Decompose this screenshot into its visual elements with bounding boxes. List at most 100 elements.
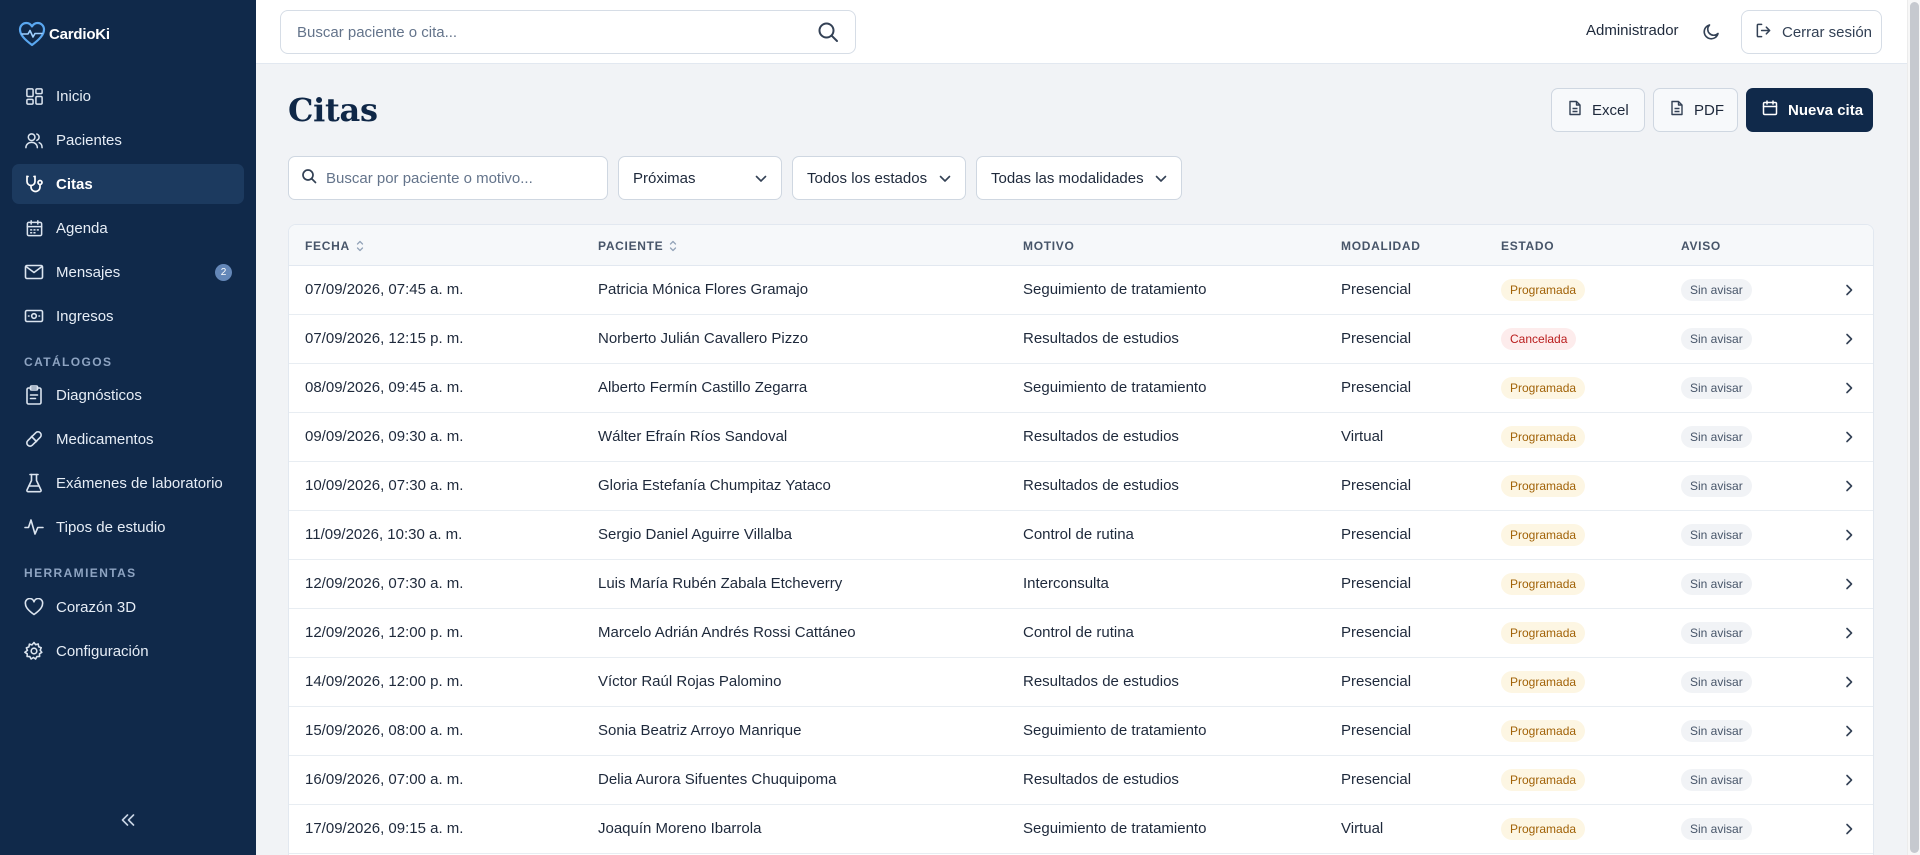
modality-select[interactable]: Todas las modalidades <box>976 156 1182 200</box>
chevron-right-icon[interactable] <box>1842 479 1856 493</box>
cell-paciente: Wálter Efraín Ríos Sandoval <box>598 428 788 445</box>
chevron-right-icon[interactable] <box>1842 675 1856 689</box>
table-row[interactable]: 11/09/2026, 10:30 a. m. Sergio Daniel Agu… <box>289 511 1873 560</box>
sidebar-item-label: Medicamentos <box>56 430 154 448</box>
clipboard-icon <box>24 385 44 405</box>
sidebar-item-medicamentos[interactable]: Medicamentos <box>12 419 244 459</box>
chevron-down-icon <box>1155 170 1167 187</box>
sidebar-item-examenes[interactable]: Exámenes de laboratorio <box>12 463 244 503</box>
global-search[interactable] <box>280 10 856 54</box>
sidebar-item-label: Mensajes <box>56 263 121 281</box>
chevron-down-icon <box>939 170 951 187</box>
chevron-right-icon[interactable] <box>1842 626 1856 640</box>
sidebar-item-label: Exámenes de laboratorio <box>56 474 223 492</box>
sidebar-item-agenda[interactable]: Agenda <box>12 208 244 248</box>
range-select[interactable]: Próximas <box>618 156 782 200</box>
scrollbar-thumb[interactable] <box>1910 2 1919 853</box>
cell-modalidad: Presencial <box>1341 673 1412 690</box>
search-icon[interactable] <box>817 21 839 43</box>
sidebar-item-corazon-3d[interactable]: Corazón 3D <box>12 587 244 627</box>
table-row[interactable]: 08/09/2026, 09:45 a. m. Alberto Fermín Ca… <box>289 364 1873 413</box>
cell-fecha: 10/09/2026, 07:30 a. m. <box>305 477 464 494</box>
sidebar-item-diagnosticos[interactable]: Diagnósticos <box>12 375 244 415</box>
logout-button[interactable]: Cerrar sesión <box>1741 10 1882 54</box>
sort-icon <box>356 240 363 252</box>
appointment-search[interactable] <box>288 156 608 200</box>
cell-paciente: Gloria Estefanía Chumpitaz Yataco <box>598 477 831 494</box>
cell-fecha: 12/09/2026, 12:00 p. m. <box>305 624 464 641</box>
search-icon <box>301 168 317 189</box>
sidebar-item-label: Diagnósticos <box>56 386 142 404</box>
table-row[interactable]: 07/09/2026, 07:45 a. m. Patricia Mónica F… <box>289 266 1873 315</box>
cell-motivo: Interconsulta <box>1023 575 1109 592</box>
theme-toggle-button[interactable] <box>1699 20 1723 44</box>
table-row[interactable]: 10/09/2026, 07:30 a. m. Gloria Estefanía … <box>289 462 1873 511</box>
sidebar-item-mensajes[interactable]: Mensajes 2 <box>12 252 244 292</box>
status-badge: Programada <box>1501 279 1586 301</box>
cell-fecha: 17/09/2026, 09:15 a. m. <box>305 820 464 837</box>
notice-badge: Sin avisar <box>1681 377 1752 399</box>
sidebar-item-configuracion[interactable]: Configuración <box>12 631 244 671</box>
export-pdf-label: PDF <box>1694 101 1724 119</box>
cell-fecha: 11/09/2026, 10:30 a. m. <box>305 526 463 543</box>
export-pdf-button[interactable]: PDF <box>1653 88 1738 132</box>
column-header-motivo: MOTIVO <box>1023 239 1075 253</box>
table-row[interactable]: 12/09/2026, 07:30 a. m. Luis María Rubén … <box>289 560 1873 609</box>
status-select[interactable]: Todos los estados <box>792 156 966 200</box>
cell-motivo: Seguimiento de tratamiento <box>1023 281 1207 298</box>
chevron-right-icon[interactable] <box>1842 577 1856 591</box>
column-header-fecha[interactable]: FECHA <box>305 239 364 253</box>
global-search-input[interactable] <box>297 23 817 41</box>
collapse-sidebar-button[interactable] <box>118 810 138 830</box>
cell-paciente: Norberto Julián Cavallero Pizzo <box>598 330 809 347</box>
chevron-right-icon[interactable] <box>1842 283 1856 297</box>
new-appointment-label: Nueva cita <box>1788 101 1864 119</box>
chevron-right-icon[interactable] <box>1842 822 1856 836</box>
sidebar-item-label: Configuración <box>56 642 149 660</box>
table-row[interactable]: 14/09/2026, 12:00 p. m. Víctor Raúl Rojas… <box>289 658 1873 707</box>
chevrons-left-icon <box>121 814 135 826</box>
sidebar-item-ingresos[interactable]: Ingresos <box>12 296 244 336</box>
table-row[interactable]: 12/09/2026, 12:00 p. m. Marcelo Adrián An… <box>289 609 1873 658</box>
appointments-table: FECHA PACIENTE MOTIVO MODALIDAD ESTADO A… <box>288 224 1874 855</box>
column-header-paciente[interactable]: PACIENTE <box>598 239 677 253</box>
cell-modalidad: Presencial <box>1341 624 1412 641</box>
chevron-right-icon[interactable] <box>1842 332 1856 346</box>
cell-modalidad: Presencial <box>1341 526 1412 543</box>
export-excel-button[interactable]: Excel <box>1551 88 1645 132</box>
chevron-right-icon[interactable] <box>1842 381 1856 395</box>
notice-badge: Sin avisar <box>1681 818 1752 840</box>
notice-badge: Sin avisar <box>1681 426 1752 448</box>
sidebar-item-tipos-estudio[interactable]: Tipos de estudio <box>12 507 244 547</box>
notice-badge: Sin avisar <box>1681 573 1752 595</box>
page-scrollbar[interactable] <box>1907 0 1920 855</box>
table-row[interactable]: 09/09/2026, 09:30 a. m. Wálter Efraín Río… <box>289 413 1873 462</box>
appointment-search-input[interactable] <box>326 169 607 187</box>
export-excel-label: Excel <box>1592 101 1629 119</box>
cell-paciente: Patricia Mónica Flores Gramajo <box>598 281 809 298</box>
sidebar-item-pacientes[interactable]: Pacientes <box>12 120 244 160</box>
table-row[interactable]: 15/09/2026, 08:00 a. m. Sonia Beatriz Arr… <box>289 707 1873 756</box>
sidebar-item-citas[interactable]: Citas <box>12 164 244 204</box>
new-appointment-button[interactable]: Nueva cita <box>1746 88 1873 132</box>
mail-icon <box>24 262 44 282</box>
cell-fecha: 08/09/2026, 09:45 a. m. <box>305 379 464 396</box>
cell-modalidad: Presencial <box>1341 330 1412 347</box>
range-select-value: Próximas <box>633 169 696 187</box>
moon-icon <box>1703 24 1719 40</box>
table-row[interactable]: 16/09/2026, 07:00 a. m. Delia Aurora Sifu… <box>289 756 1873 805</box>
chevron-right-icon[interactable] <box>1842 528 1856 542</box>
table-row[interactable]: 07/09/2026, 12:15 p. m. Norberto Julián C… <box>289 315 1873 364</box>
cell-fecha: 09/09/2026, 09:30 a. m. <box>305 428 464 445</box>
column-header-modalidad: MODALIDAD <box>1341 239 1421 253</box>
chevron-right-icon[interactable] <box>1842 430 1856 444</box>
pill-icon <box>24 429 44 449</box>
table-row[interactable]: 17/09/2026, 09:15 a. m. Joaquín Moreno Ib… <box>289 805 1873 854</box>
sidebar-item-inicio[interactable]: Inicio <box>12 76 244 116</box>
dashboard-icon <box>24 86 44 106</box>
cell-motivo: Resultados de estudios <box>1023 771 1179 788</box>
chevron-right-icon[interactable] <box>1842 724 1856 738</box>
brand[interactable]: CardioKi <box>18 20 110 48</box>
flask-icon <box>24 473 44 493</box>
chevron-right-icon[interactable] <box>1842 773 1856 787</box>
